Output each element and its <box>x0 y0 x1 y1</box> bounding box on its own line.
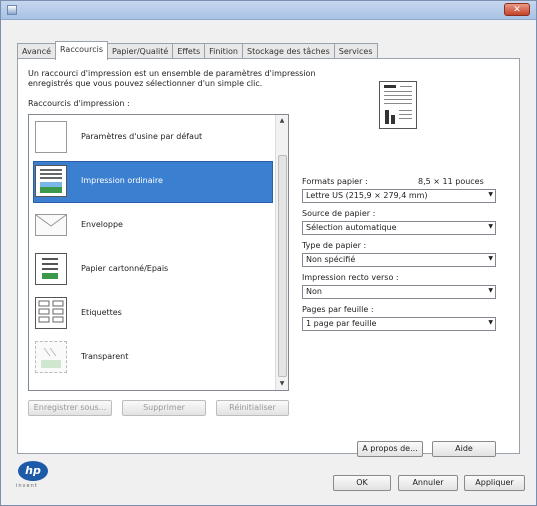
labels-icon <box>35 297 67 329</box>
chevron-down-icon: ▼ <box>488 287 493 294</box>
paper-source-label: Source de papier : <box>302 209 376 218</box>
delete-button[interactable]: Supprimer <box>122 400 206 416</box>
cancel-button[interactable]: Annuler <box>398 475 458 491</box>
apply-button[interactable]: Appliquer <box>464 475 525 491</box>
duplex-select[interactable]: Non ▼ <box>302 285 496 299</box>
chevron-down-icon: ▼ <box>488 255 493 262</box>
chevron-down-icon: ▼ <box>488 223 493 230</box>
shortcut-label: Transparent <box>81 352 129 361</box>
ok-button[interactable]: OK <box>333 475 391 491</box>
hp-logo-tagline: invent <box>16 483 38 489</box>
reset-button[interactable]: Réinitialiser <box>216 400 289 416</box>
pages-per-sheet-select[interactable]: 1 page par feuille ▼ <box>302 317 496 331</box>
paper-source-select[interactable]: Sélection automatique ▼ <box>302 221 496 235</box>
envelope-icon <box>35 214 67 236</box>
envelope-graphic <box>35 214 67 227</box>
page-preview-graphic <box>384 85 412 124</box>
paper-formats-label: Formats papier : <box>302 177 368 186</box>
blank-page-icon <box>35 121 67 153</box>
help-button[interactable]: Aide <box>432 441 496 457</box>
shortcut-item-transparency[interactable]: Transparent <box>29 337 277 379</box>
transparency-graphic <box>41 347 61 368</box>
shortcut-item-envelope[interactable]: Enveloppe <box>29 205 277 247</box>
close-button[interactable]: ✕ <box>504 3 530 16</box>
paper-type-label: Type de papier : <box>302 241 367 250</box>
shortcuts-scrollbar[interactable]: ▲ ▼ <box>275 115 288 390</box>
document-image-icon <box>35 165 67 197</box>
paper-type-select[interactable]: Non spécifié ▼ <box>302 253 496 267</box>
shortcut-label: Paramètres d'usine par défaut <box>81 132 203 141</box>
scroll-thumb[interactable] <box>278 155 287 377</box>
tab-raccourcis[interactable]: Raccourcis <box>55 41 108 60</box>
cardstock-graphic <box>42 258 58 279</box>
shortcut-label: Etiquettes <box>81 308 122 317</box>
description-text: Un raccourci d'impression est un ensembl… <box>28 69 316 88</box>
transparency-icon <box>35 341 67 373</box>
close-icon: ✕ <box>513 5 521 15</box>
shortcut-label: Impression ordinaire <box>81 176 163 185</box>
tab-strip: Avancé Raccourcis Papier/Qualité Effets … <box>17 41 378 60</box>
hp-logo: hp <box>18 461 48 481</box>
shortcuts-label: Raccourcis d'impression : <box>28 99 130 108</box>
shortcut-label: Enveloppe <box>81 220 123 229</box>
paper-size-text: 8,5 × 11 pouces <box>418 177 484 186</box>
scroll-up-icon[interactable]: ▲ <box>276 115 288 127</box>
shortcut-item-cardstock[interactable]: Papier cartonné/Epais <box>29 249 277 291</box>
shortcut-item-labels[interactable]: Etiquettes <box>29 293 277 335</box>
pages-per-sheet-label: Pages par feuille : <box>302 305 374 314</box>
shortcut-item-everyday[interactable]: Impression ordinaire <box>29 161 277 203</box>
shortcuts-panel: Un raccourci d'impression est un ensembl… <box>17 58 520 457</box>
shortcut-label: Papier cartonné/Epais <box>81 264 169 273</box>
chevron-down-icon: ▼ <box>488 319 493 326</box>
labels-graphic <box>38 300 64 323</box>
shortcuts-list[interactable]: Paramètres d'usine par défaut Impression… <box>28 114 289 391</box>
chevron-down-icon: ▼ <box>488 191 493 198</box>
print-properties-window: ✕ Avancé Raccourcis Papier/Qualité Effet… <box>0 0 537 506</box>
printer-window-icon <box>7 5 17 15</box>
scroll-down-icon[interactable]: ▼ <box>276 378 288 390</box>
title-bar[interactable]: ✕ <box>1 1 536 20</box>
duplex-label: Impression recto verso : <box>302 273 399 282</box>
shortcut-item-factory-defaults[interactable]: Paramètres d'usine par défaut <box>29 117 277 159</box>
about-button[interactable]: A propos de... <box>357 441 423 457</box>
document-image-graphic <box>40 169 62 193</box>
cardstock-icon <box>35 253 67 285</box>
save-as-button[interactable]: Enregistrer sous... <box>28 400 112 416</box>
paper-formats-select[interactable]: Lettre US (215,9 × 279,4 mm) ▼ <box>302 189 496 203</box>
page-preview <box>379 81 417 129</box>
